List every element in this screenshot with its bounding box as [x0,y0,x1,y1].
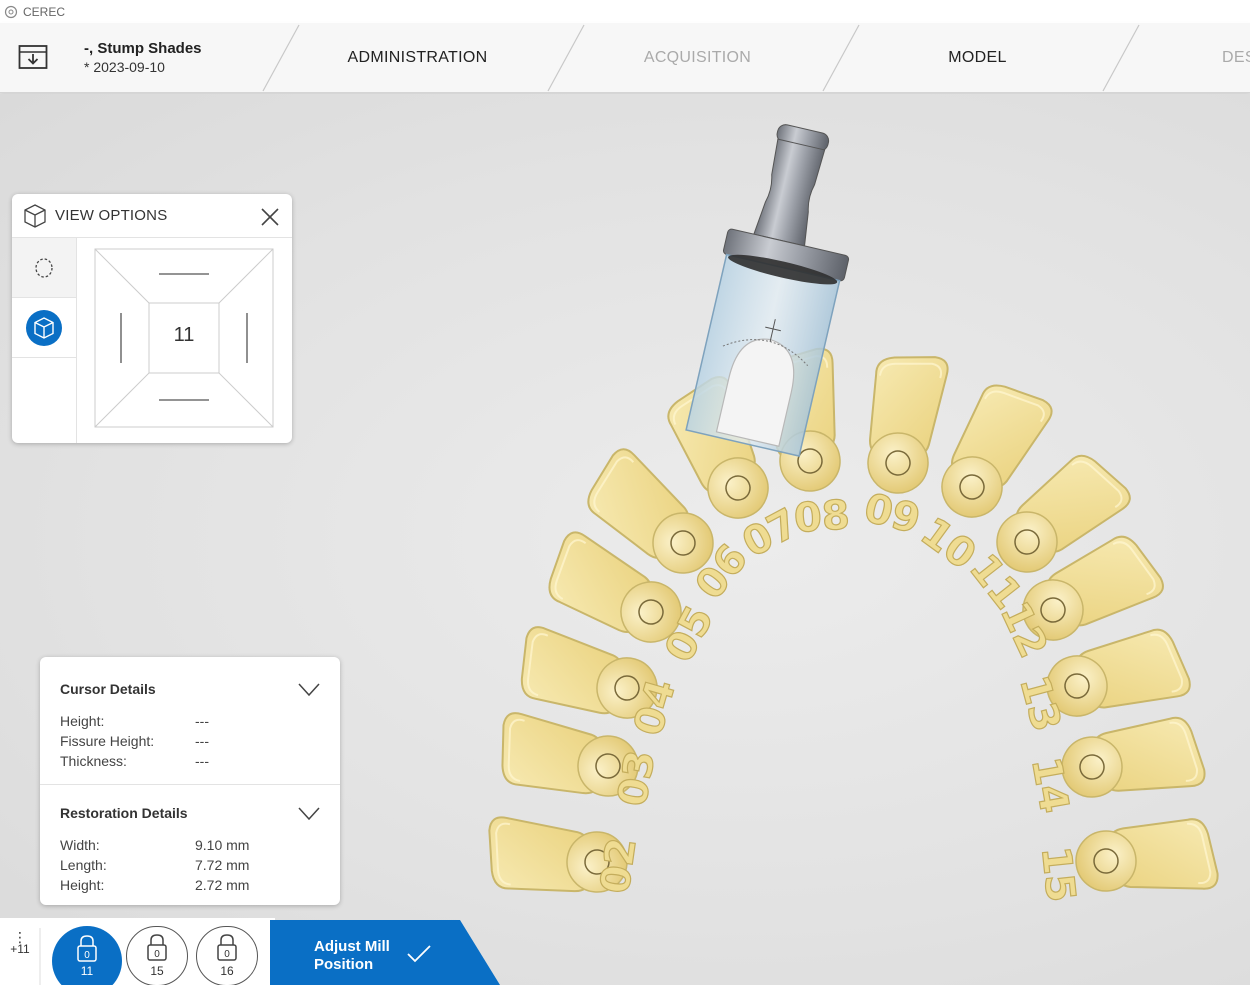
details-divider [40,784,340,785]
cursor-fissure-height-value: --- [195,733,209,749]
close-icon[interactable] [260,207,280,227]
title-bar: CEREC [0,0,1250,23]
tooth-label-14: 14 [1022,754,1077,817]
view-options-header: VIEW OPTIONS [12,194,292,238]
lock-icon: 0 [147,934,167,961]
cube-outline-icon [24,203,46,228]
restoration-length-value: 7.72 mm [195,857,250,873]
view-options-sidebar [12,238,77,443]
cursor-height-label: Height: [60,713,105,729]
cursor-fissure-height-label: Fissure Height: [60,733,155,749]
tooth-number: 15 [150,964,164,978]
details-panel: Cursor Details Height: --- Fissure Heigh… [40,657,340,905]
view-options-title: VIEW OPTIONS [55,207,168,224]
lock-count: 0 [84,950,90,961]
case-date: * 2023-09-10 [84,59,165,75]
restoration-width-label: Width: [60,837,100,853]
lock-count: 0 [224,949,230,960]
step-tab-acquisition[interactable]: ACQUISITION [585,23,810,93]
step-separator [822,24,860,92]
step-separator [1102,24,1140,92]
tooth-number: 11 [80,964,94,978]
cursor-height-value: --- [195,713,209,729]
tooth-tab-15[interactable]: 0 15 [126,926,188,985]
export-case-icon[interactable] [18,43,48,71]
lock-icon: 0 [77,935,97,962]
cube-3d-icon [26,309,62,346]
step-tab-model[interactable]: MODEL [865,23,1090,93]
jaw-view-button[interactable] [12,238,76,298]
tooth-label-03: 03 [610,747,665,810]
cursor-thickness-label: Thickness: [60,753,127,769]
action-label-line2: Position [314,956,374,973]
more-teeth-count: +11 [10,942,30,956]
case-title: -, Stump Shades [84,40,202,57]
chevron-down-icon[interactable] [298,807,320,821]
adjust-mill-position-button[interactable]: Adjust Mill Position [270,920,500,985]
step-tab-administration[interactable]: ADMINISTRATION [305,23,530,93]
action-label-line1: Adjust Mill [314,938,390,955]
cerec-logo-icon [4,5,18,18]
step-tab-design[interactable]: DES [1222,23,1250,93]
step-separator [262,24,300,92]
cursor-details-title: Cursor Details [60,681,156,697]
step-separator [547,24,585,92]
lock-count: 0 [154,949,160,960]
view-cube-tooth-label: 11 [173,324,195,346]
tooth-15[interactable] [1072,816,1220,901]
tooth-label-09: 09 [860,485,925,543]
action-label: Adjust Mill Position [314,938,390,974]
more-dots-icon: ⋮ [13,929,27,945]
restoration-length-label: Length: [60,857,107,873]
cursor-thickness-value: --- [195,753,209,769]
tooth-label-02: 02 [592,835,645,897]
app-name: CEREC [23,4,66,19]
workflow-header: -, Stump Shades * 2023-09-10 ADMINISTRAT… [0,23,1250,93]
more-teeth-button[interactable]: ⋮ +11 [8,929,32,980]
3d-view-button[interactable] [12,298,76,358]
tooth-label-15: 15 [1032,844,1084,904]
tooth-14[interactable] [1055,713,1208,809]
lock-icon: 0 [217,934,237,961]
tooth-tab-16[interactable]: 0 16 [196,926,258,985]
tooth-label-08: 08 [792,492,851,542]
restoration-details-title: Restoration Details [60,805,188,821]
restoration-height-value: 2.72 mm [195,877,250,893]
tooth-number: 16 [220,964,234,978]
jaw-outline-icon [35,257,53,278]
mill-block-holder[interactable] [682,117,875,457]
restoration-height-label: Height: [60,877,105,893]
tooth-09[interactable] [858,348,951,499]
chevron-down-icon[interactable] [298,683,320,697]
view-options-panel: VIEW OPTIONS 11 [12,194,292,443]
restoration-width-value: 9.10 mm [195,837,250,853]
case-info: -, Stump Shades * 2023-09-10 [84,40,202,75]
